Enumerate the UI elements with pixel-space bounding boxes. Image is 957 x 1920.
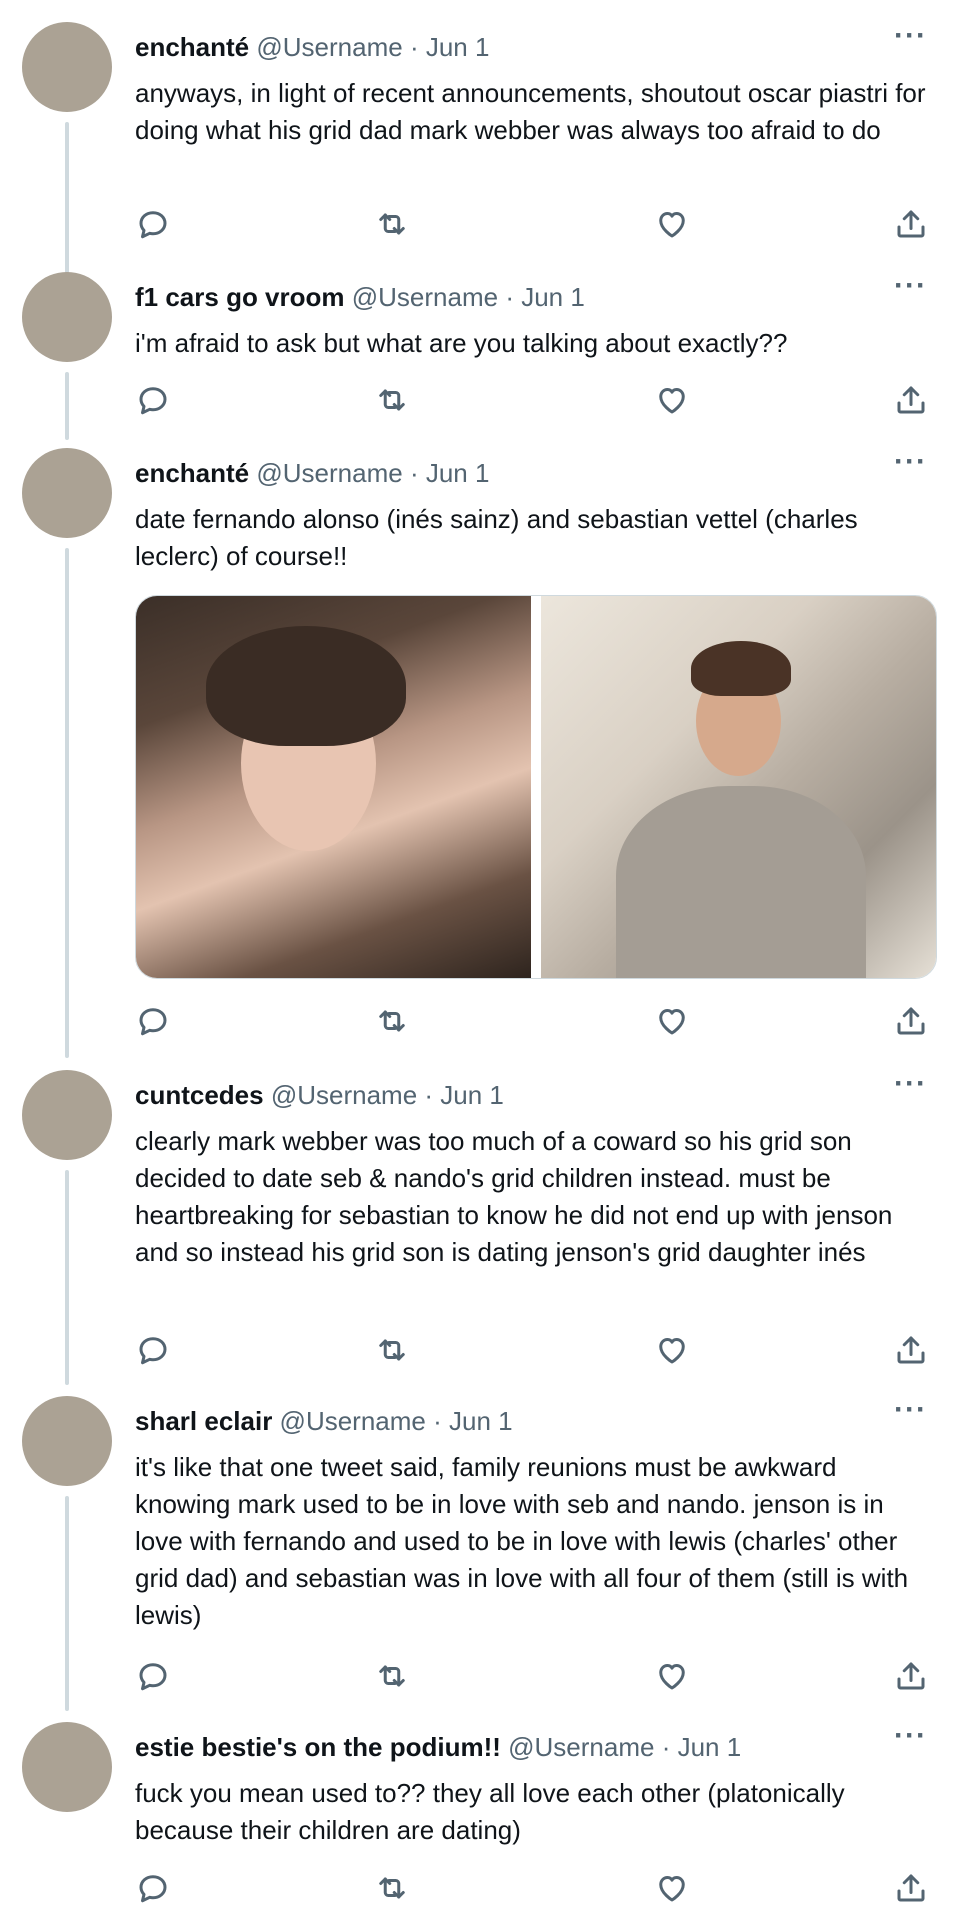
photo-detail (616, 786, 866, 978)
photo-woman-selfie[interactable] (136, 596, 531, 978)
thread-line (65, 1170, 69, 1385)
reply-icon[interactable] (135, 206, 171, 242)
reply-icon[interactable] (135, 1003, 171, 1039)
retweet-icon[interactable] (374, 1003, 410, 1039)
avatar[interactable] (22, 1396, 112, 1486)
more-options-icon[interactable]: ··· (894, 447, 927, 477)
reply-icon[interactable] (135, 382, 171, 418)
avatar[interactable] (22, 22, 112, 112)
display-name[interactable]: f1 cars go vroom (135, 282, 345, 312)
username[interactable]: @Username (352, 282, 498, 312)
tweet-header: enchanté @Username · Jun 1 (135, 30, 489, 64)
retweet-icon[interactable] (374, 382, 410, 418)
tweet-actions (135, 382, 935, 422)
tweet-actions (135, 1003, 935, 1043)
more-options-icon[interactable]: ··· (894, 1395, 927, 1425)
display-name[interactable]: cuntcedes (135, 1080, 264, 1110)
like-icon[interactable] (654, 1003, 690, 1039)
retweet-icon[interactable] (374, 1332, 410, 1368)
photo-detail (691, 641, 791, 696)
username[interactable]: @Username (256, 32, 402, 62)
username[interactable]: @Username (256, 458, 402, 488)
timestamp[interactable]: · Jun 1 (410, 32, 490, 62)
retweet-icon[interactable] (374, 1870, 410, 1906)
tweet-header: f1 cars go vroom @Username · Jun 1 (135, 280, 585, 314)
username[interactable]: @Username (508, 1732, 654, 1762)
tweet-actions (135, 1332, 935, 1372)
like-icon[interactable] (654, 1870, 690, 1906)
avatar[interactable] (22, 272, 112, 362)
timestamp[interactable]: · Jun 1 (662, 1732, 742, 1762)
avatar[interactable] (22, 1070, 112, 1160)
tweet-text: date fernando alonso (inés sainz) and se… (135, 504, 858, 571)
timestamp[interactable]: · Jun 1 (505, 282, 585, 312)
share-icon[interactable] (893, 1003, 929, 1039)
reply-icon[interactable] (135, 1870, 171, 1906)
username[interactable]: @Username (280, 1406, 426, 1436)
tweet-text: anyways, in light of recent announcement… (135, 78, 926, 145)
display-name[interactable]: estie bestie's on the podium!! (135, 1732, 501, 1762)
thread-line (65, 372, 69, 440)
display-name[interactable]: sharl eclair (135, 1406, 272, 1436)
tweet-text: fuck you mean used to?? they all love ea… (135, 1778, 845, 1845)
tweet-actions (135, 1658, 935, 1698)
display-name[interactable]: enchanté (135, 458, 249, 488)
share-icon[interactable] (893, 206, 929, 242)
tweet-media[interactable] (135, 595, 937, 979)
thread-line (65, 548, 69, 1058)
like-icon[interactable] (654, 1658, 690, 1694)
tweet-actions (135, 1870, 935, 1910)
tweet-header: estie bestie's on the podium!! @Username… (135, 1730, 741, 1764)
share-icon[interactable] (893, 382, 929, 418)
tweet-header: cuntcedes @Username · Jun 1 (135, 1078, 504, 1112)
photo-man-on-sofa[interactable] (541, 596, 936, 978)
thread-line (65, 122, 69, 287)
tweet-actions (135, 206, 935, 246)
thread-line (65, 1496, 69, 1711)
photo-detail (206, 626, 406, 746)
more-options-icon[interactable]: ··· (894, 1069, 927, 1099)
timestamp[interactable]: · Jun 1 (433, 1406, 513, 1436)
display-name[interactable]: enchanté (135, 32, 249, 62)
timestamp[interactable]: · Jun 1 (424, 1080, 504, 1110)
tweet-text: it's like that one tweet said, family re… (135, 1452, 909, 1630)
username[interactable]: @Username (271, 1080, 417, 1110)
avatar[interactable] (22, 448, 112, 538)
like-icon[interactable] (654, 382, 690, 418)
like-icon[interactable] (654, 1332, 690, 1368)
like-icon[interactable] (654, 206, 690, 242)
retweet-icon[interactable] (374, 1658, 410, 1694)
share-icon[interactable] (893, 1658, 929, 1694)
tweet-text: clearly mark webber was too much of a co… (135, 1126, 893, 1267)
share-icon[interactable] (893, 1870, 929, 1906)
reply-icon[interactable] (135, 1658, 171, 1694)
reply-icon[interactable] (135, 1332, 171, 1368)
more-options-icon[interactable]: ··· (894, 271, 927, 301)
tweet-text: i'm afraid to ask but what are you talki… (135, 328, 788, 358)
share-icon[interactable] (893, 1332, 929, 1368)
more-options-icon[interactable]: ··· (894, 1721, 927, 1751)
timestamp[interactable]: · Jun 1 (410, 458, 490, 488)
more-options-icon[interactable]: ··· (894, 21, 927, 51)
avatar[interactable] (22, 1722, 112, 1812)
tweet-header: sharl eclair @Username · Jun 1 (135, 1404, 513, 1438)
tweet-header: enchanté @Username · Jun 1 (135, 456, 489, 490)
retweet-icon[interactable] (374, 206, 410, 242)
